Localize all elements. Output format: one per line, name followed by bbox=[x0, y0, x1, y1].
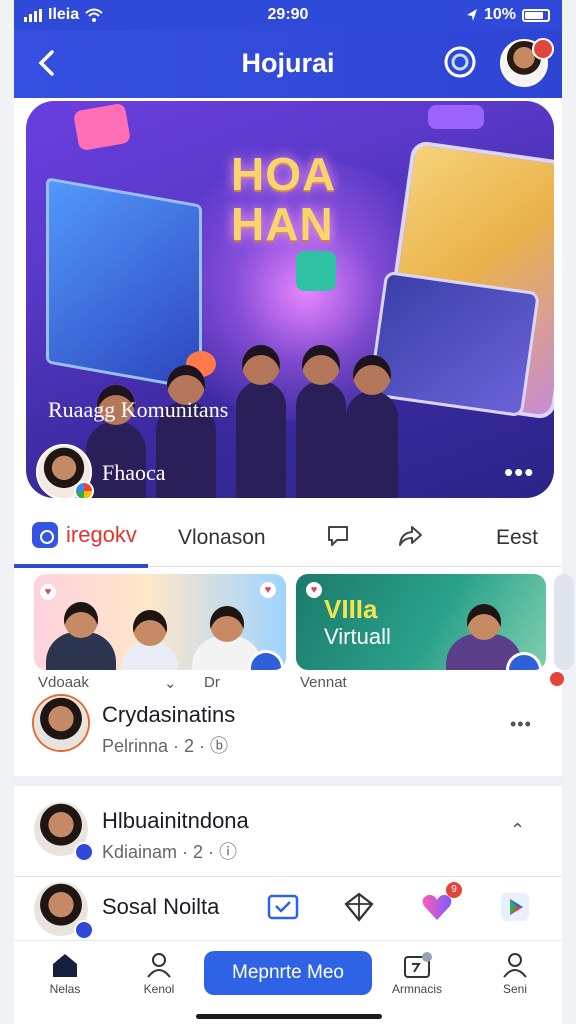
video-card-caption: Vennat bbox=[300, 674, 347, 691]
post-author: Hlbuainitndona bbox=[102, 808, 249, 833]
user-icon bbox=[503, 953, 527, 978]
post-row[interactable]: Sosal Noilta 9 bbox=[34, 882, 562, 940]
status-bar: Ileia 29:90 10% bbox=[14, 0, 562, 30]
nav-profile[interactable]: Kenol bbox=[124, 951, 194, 996]
cta-button[interactable]: Mepnrte Meo bbox=[204, 951, 372, 995]
tab-eest[interactable]: Eest bbox=[496, 526, 538, 550]
hero-banner[interactable]: HOA HAN Ruaagg Komunitans Fhaoca ••• bbox=[26, 101, 554, 498]
video-card-virtual[interactable]: VIIIa Virtuall ♥ bbox=[296, 574, 546, 670]
page-title: Hojurai bbox=[241, 48, 335, 78]
nav-label: Armnacis bbox=[391, 982, 442, 996]
device-frame-left bbox=[0, 0, 14, 1024]
heart-icon: ♥ bbox=[260, 582, 276, 598]
post-meta: Kdiainam · 2 · ⓘ bbox=[102, 842, 238, 862]
collapse-button[interactable]: ⌃ bbox=[510, 820, 526, 841]
tab-vlonason[interactable]: Vlonason bbox=[178, 526, 266, 550]
hero-more-button[interactable]: ••• bbox=[504, 457, 534, 488]
play-store-icon[interactable] bbox=[498, 890, 532, 924]
battery-icon bbox=[522, 8, 550, 22]
comment-icon[interactable] bbox=[324, 522, 352, 550]
activity-icon bbox=[404, 952, 432, 978]
device-frame-right bbox=[562, 0, 576, 1024]
nav-home[interactable]: Nelas bbox=[30, 951, 100, 996]
nav-label: Kenol bbox=[143, 982, 175, 996]
home-icon bbox=[53, 954, 77, 977]
hero-headline-line1: HOA bbox=[231, 148, 337, 200]
post-meta: Pelrinna · 2 · ⓑ bbox=[102, 736, 229, 756]
location-arrow-icon bbox=[466, 9, 477, 21]
post-author: Sosal Noilta bbox=[102, 894, 220, 919]
video-card-caption: Vdoaak bbox=[38, 674, 89, 691]
section-separator bbox=[14, 776, 562, 786]
app-bar: Hojurai bbox=[14, 30, 562, 98]
more-button[interactable]: ••• bbox=[510, 714, 532, 735]
share-icon[interactable] bbox=[396, 522, 424, 550]
video-card-caption-end: Dr bbox=[204, 674, 220, 691]
notification-dot bbox=[550, 672, 564, 686]
video-card[interactable]: ♥ ♥ bbox=[34, 574, 286, 670]
heart-icon: ♥ bbox=[40, 584, 56, 600]
post-row[interactable]: Crydasinatins Pelrinna · 2 · ⓑ ••• bbox=[34, 696, 562, 760]
tab-label: iregokv bbox=[66, 522, 137, 547]
divider bbox=[14, 876, 562, 877]
nav-label: Seni bbox=[502, 982, 528, 996]
app-logo-icon bbox=[32, 522, 58, 548]
floating-tile-icon bbox=[428, 105, 484, 129]
user-icon bbox=[147, 953, 171, 978]
home-indicator[interactable] bbox=[196, 1014, 382, 1019]
video-card-title: VIIIa bbox=[324, 594, 378, 624]
notification-badge bbox=[532, 38, 554, 60]
nav-label: Nelas bbox=[49, 982, 81, 996]
floating-tile-icon bbox=[296, 251, 336, 291]
tab-bar: iregokv Vlonason Eest bbox=[14, 512, 562, 568]
tab-iregokv[interactable]: iregokv bbox=[32, 522, 137, 548]
video-card-subtitle: Virtuall bbox=[324, 624, 391, 649]
battery-percent: 10% bbox=[483, 6, 516, 23]
notification-count-badge: 9 bbox=[446, 882, 462, 898]
status-right: 10% bbox=[466, 6, 550, 24]
heart-icon: ♥ bbox=[306, 582, 322, 598]
hero-caption: Ruaagg Komunitans bbox=[48, 397, 229, 422]
bottom-navigation: Nelas Kenol Mepnrte Meo Armnacis Seni bbox=[14, 940, 562, 1009]
message-icon[interactable] bbox=[266, 890, 300, 924]
nav-activity[interactable]: Armnacis bbox=[382, 951, 452, 996]
globe-chat-button[interactable] bbox=[442, 44, 478, 80]
video-card-partial[interactable] bbox=[554, 574, 574, 670]
verified-icon bbox=[74, 920, 94, 940]
hero-headline: HOA HAN bbox=[231, 149, 336, 249]
hero-headline-line2: HAN bbox=[231, 198, 334, 250]
video-card-caption-mid: ⌄ bbox=[164, 675, 177, 692]
nav-account[interactable]: Seni bbox=[480, 951, 550, 996]
verified-icon bbox=[74, 842, 94, 862]
video-card-strip: ♥ ♥ VIIIa Virtuall ♥ Vdoaak ⌄ Dr Vennat bbox=[34, 574, 574, 694]
post-row[interactable]: Hlbuainitndona Kdiainam · 2 · ⓘ ⌃ bbox=[34, 802, 562, 866]
floating-tile-icon bbox=[72, 102, 132, 152]
google-badge-icon bbox=[74, 481, 94, 498]
globe-chat-icon bbox=[444, 46, 476, 78]
gift-icon[interactable] bbox=[342, 890, 376, 924]
post-author: Crydasinatins bbox=[102, 702, 236, 727]
hero-user-name[interactable]: Fhaoca bbox=[102, 460, 166, 486]
tab-active-indicator bbox=[14, 564, 148, 568]
avatar[interactable] bbox=[34, 696, 88, 750]
